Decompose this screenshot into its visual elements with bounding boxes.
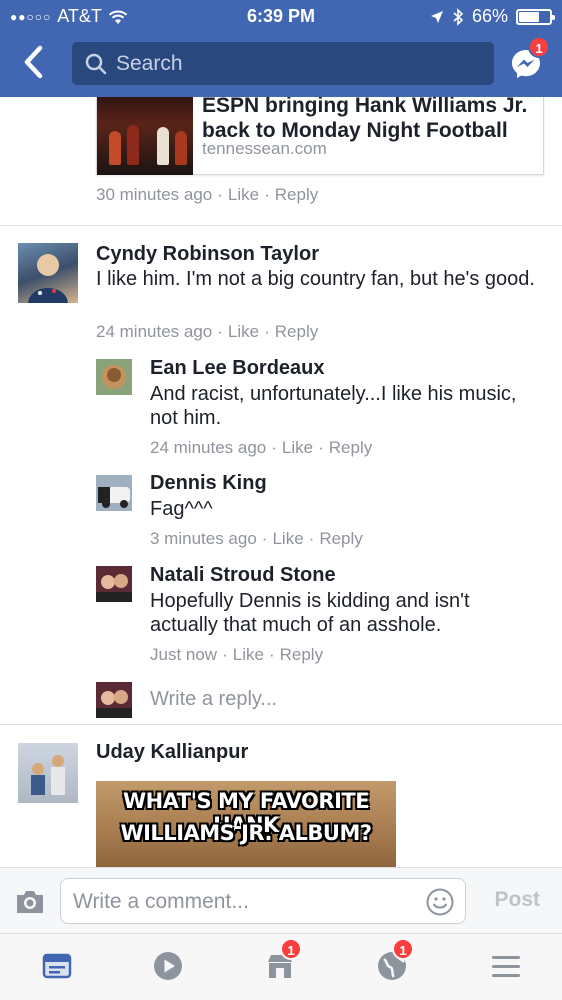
camera-icon[interactable] bbox=[14, 888, 46, 916]
status-bar: ●●○○○ AT&T 6:39 PM 66% bbox=[0, 0, 562, 34]
messenger-button[interactable]: 1 bbox=[510, 36, 550, 80]
like-link[interactable]: Like bbox=[228, 322, 259, 341]
timestamp: 3 minutes ago bbox=[150, 529, 257, 548]
avatar-current-user bbox=[96, 682, 132, 718]
comment-meta: 24 minutes ago · Like · Reply bbox=[96, 322, 319, 341]
bluetooth-icon bbox=[453, 7, 464, 26]
commenter-name[interactable]: Cyndy Robinson Taylor bbox=[96, 243, 319, 266]
replier-name[interactable]: Dennis King bbox=[150, 472, 267, 495]
search-bar[interactable]: Search bbox=[72, 42, 494, 85]
meme-image[interactable]: WHAT'S MY FAVORITE HANK WILLIAMS JR. ALB… bbox=[96, 781, 396, 867]
marketplace-badge: 1 bbox=[280, 938, 302, 960]
avatar-natali-stroud-stone[interactable] bbox=[96, 566, 132, 602]
reply-meta: Just now · Like · Reply bbox=[150, 645, 324, 664]
search-placeholder: Search bbox=[116, 51, 183, 75]
tab-marketplace[interactable]: 1 bbox=[264, 938, 302, 982]
divider bbox=[0, 724, 562, 725]
comment-composer: Write a comment... Post bbox=[0, 867, 562, 933]
avatar-ean-lee-bordeaux[interactable] bbox=[96, 359, 132, 395]
video-icon bbox=[154, 952, 182, 980]
avatar-uday-kallianpur[interactable] bbox=[18, 743, 78, 803]
tab-news-feed[interactable] bbox=[41, 950, 73, 982]
comment-text: I like him. I'm not a big country fan, b… bbox=[96, 268, 535, 290]
navigation-bar: ●●○○○ AT&T 6:39 PM 66% Search 1 bbox=[0, 0, 562, 97]
reply-link[interactable]: Reply bbox=[319, 529, 362, 548]
link-domain: tennessean.com bbox=[202, 139, 327, 158]
battery-level bbox=[519, 11, 539, 22]
battery-percent: 66% bbox=[471, 6, 508, 26]
menu-icon bbox=[492, 956, 520, 977]
like-link[interactable]: Like bbox=[233, 645, 264, 664]
timestamp: 24 minutes ago bbox=[150, 438, 267, 457]
timestamp: Just now bbox=[150, 645, 218, 664]
link-preview-card[interactable]: ESPN bringing Hank Williams Jr. back to … bbox=[96, 97, 544, 175]
avatar-cyndy-robinson-taylor[interactable] bbox=[18, 243, 78, 303]
commenter-name[interactable]: Uday Kallianpur bbox=[96, 741, 248, 764]
post-button[interactable]: Post bbox=[494, 888, 540, 912]
divider bbox=[0, 225, 562, 226]
reply-link[interactable]: Reply bbox=[280, 645, 323, 664]
reply-meta: 24 minutes ago · Like · Reply bbox=[150, 438, 373, 457]
timestamp: 24 minutes ago bbox=[96, 322, 213, 341]
tab-notifications[interactable]: 1 bbox=[376, 938, 414, 982]
tab-bar: 1 1 bbox=[0, 933, 562, 1000]
link-title: ESPN bringing Hank Williams Jr. back to … bbox=[202, 97, 528, 142]
emoji-icon[interactable] bbox=[425, 887, 455, 917]
tab-video[interactable] bbox=[152, 950, 184, 982]
battery-icon bbox=[516, 8, 555, 25]
replier-name[interactable]: Natali Stroud Stone bbox=[150, 564, 336, 587]
comment-placeholder: Write a comment... bbox=[73, 890, 249, 913]
comment-input[interactable]: Write a comment... bbox=[60, 878, 466, 924]
reply-link[interactable]: Reply bbox=[275, 185, 318, 204]
reply-text: Hopefully Dennis is kidding and isn't ac… bbox=[150, 590, 470, 636]
write-reply-input[interactable]: Write a reply... bbox=[150, 687, 277, 711]
timestamp: 30 minutes ago bbox=[96, 185, 213, 204]
meme-caption-line-2: WILLIAMS JR. ALBUM? bbox=[120, 821, 372, 845]
reply-link[interactable]: Reply bbox=[329, 438, 372, 457]
search-icon bbox=[85, 53, 107, 74]
news-feed-icon bbox=[42, 953, 72, 979]
avatar-dennis-king[interactable] bbox=[96, 475, 132, 511]
like-link[interactable]: Like bbox=[282, 438, 313, 457]
like-link[interactable]: Like bbox=[272, 529, 303, 548]
tab-menu[interactable] bbox=[490, 950, 522, 982]
reply-meta: 3 minutes ago · Like · Reply bbox=[150, 529, 363, 548]
messenger-badge: 1 bbox=[528, 36, 550, 58]
notifications-badge: 1 bbox=[392, 938, 414, 960]
like-link[interactable]: Like bbox=[228, 185, 259, 204]
reply-text: And racist, unfortunately...I like his m… bbox=[150, 383, 517, 429]
reply-text: Fag^^^ bbox=[150, 498, 213, 520]
reply-link[interactable]: Reply bbox=[275, 322, 318, 341]
comment-meta: 30 minutes ago · Like · Reply bbox=[96, 185, 319, 204]
comments-feed[interactable]: ESPN bringing Hank Williams Jr. back to … bbox=[0, 97, 562, 867]
location-arrow-icon bbox=[430, 10, 443, 23]
back-chevron-icon[interactable] bbox=[18, 42, 50, 82]
link-thumbnail bbox=[97, 97, 193, 175]
replier-name[interactable]: Ean Lee Bordeaux bbox=[150, 357, 325, 380]
